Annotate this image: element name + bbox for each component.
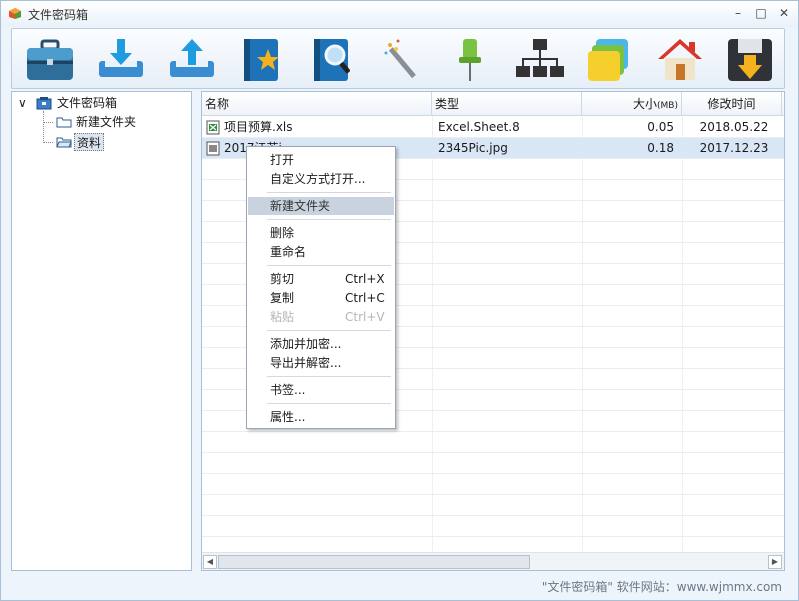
excel-file-icon [206, 120, 220, 135]
folder-open-icon [56, 137, 72, 148]
menu-item-open-with[interactable]: 自定义方式打开... [248, 170, 394, 188]
cell-modified: 2017.12.23 [699, 141, 769, 155]
toolbar-search-button[interactable] [306, 35, 358, 85]
menu-item-paste: 粘贴 Ctrl+V [270, 310, 385, 324]
header-size-unit: (MB) [657, 101, 678, 111]
cell-name: 项目预算.xls [224, 120, 293, 134]
header-type[interactable]: 类型 [432, 92, 582, 116]
minimize-button[interactable]: – [729, 5, 747, 21]
image-file-icon [206, 141, 220, 156]
window-title: 文件密码箱 [28, 8, 89, 22]
maximize-button[interactable]: □ [752, 5, 770, 21]
toolbar-home-button[interactable] [654, 35, 706, 85]
footer-website: "文件密码箱" 软件网站：www.wjmmx.com [541, 580, 782, 594]
app-window: 文件密码箱 – □ ✕ ∨ 文件密码箱 新建文件夹 资料 名称 类型 大小(MB… [0, 0, 799, 601]
toolbar-pin-button[interactable] [444, 35, 496, 85]
toolbar [11, 28, 785, 89]
folder-tree: ∨ 文件密码箱 新建文件夹 资料 [11, 91, 192, 571]
briefcase-icon [27, 39, 73, 80]
toolbar-export-button[interactable] [166, 35, 218, 85]
home-icon [658, 39, 702, 80]
horizontal-scrollbar[interactable]: ◀ ▶ [202, 552, 784, 570]
toolbar-save-button[interactable] [724, 35, 776, 85]
close-button[interactable]: ✕ [775, 5, 793, 21]
cell-size: 0.18 [647, 141, 674, 155]
search-notebook-icon [314, 39, 350, 81]
network-icon [516, 39, 564, 77]
menu-item-add-encrypt[interactable]: 添加并加密... [248, 335, 394, 353]
header-name[interactable]: 名称 [202, 92, 432, 116]
menu-item-rename[interactable]: 重命名 [248, 243, 394, 261]
app-logo-icon [9, 8, 21, 19]
toolbar-import-button[interactable] [95, 35, 147, 85]
toolbar-cards-button[interactable] [584, 35, 636, 85]
save-icon [728, 39, 772, 81]
menu-item-delete[interactable]: 删除 [248, 224, 394, 242]
tree-item-new-folder[interactable]: 新建文件夹 [76, 113, 136, 131]
title-bar: 文件密码箱 – □ ✕ [1, 1, 798, 27]
menu-item-cut[interactable]: 剪切 Ctrl+X [248, 270, 394, 288]
menu-item-copy[interactable]: 复制 Ctrl+C [248, 289, 394, 307]
list-header: 名称 类型 大小(MB) 修改时间 [202, 92, 784, 116]
toolbar-briefcase-button[interactable] [24, 35, 76, 85]
menu-item-export-decrypt[interactable]: 导出并解密... [248, 354, 394, 372]
menu-item-bookmark[interactable]: 书签... [248, 381, 394, 399]
cell-type: Excel.Sheet.8 [438, 120, 520, 134]
scroll-thumb[interactable] [218, 555, 530, 569]
tree-item-materials[interactable]: 资料 [74, 133, 105, 151]
menu-item-new-folder[interactable]: 新建文件夹 [248, 197, 394, 215]
scroll-left-button[interactable]: ◀ [203, 555, 217, 569]
table-row[interactable]: 项目预算.xls Excel.Sheet.8 0.05 2018.05.22 [202, 117, 784, 138]
header-size-label: 大小 [633, 97, 658, 111]
download-icon [99, 39, 143, 77]
tree-toggle[interactable]: ∨ [18, 94, 27, 112]
safe-box-icon [36, 97, 52, 110]
context-menu: 打开 自定义方式打开... 新建文件夹 删除 重命名 剪切 Ctrl+X 复制 Ct… [246, 146, 396, 429]
tree-root-label[interactable]: 文件密码箱 [57, 94, 117, 112]
toolbar-bookmark-button[interactable] [236, 35, 288, 85]
cell-type: 2345Pic.jpg [438, 141, 508, 155]
folder-icon [56, 117, 72, 128]
header-modified[interactable]: 修改时间 [682, 92, 782, 116]
toolbar-structure-button[interactable] [514, 35, 566, 85]
menu-item-open[interactable]: 打开 [248, 151, 394, 169]
header-size[interactable]: 大小(MB) [582, 92, 682, 116]
bookmark-notebook-icon [244, 39, 279, 81]
toolbar-wand-button[interactable] [376, 35, 428, 85]
cell-size: 0.05 [647, 120, 674, 134]
upload-icon [170, 39, 214, 77]
pin-icon [459, 39, 481, 81]
menu-item-properties[interactable]: 属性... [248, 408, 394, 426]
cell-modified: 2018.05.22 [699, 120, 769, 134]
cards-icon [588, 39, 628, 81]
scroll-right-button[interactable]: ▶ [768, 555, 782, 569]
magic-wand-icon [384, 39, 416, 79]
